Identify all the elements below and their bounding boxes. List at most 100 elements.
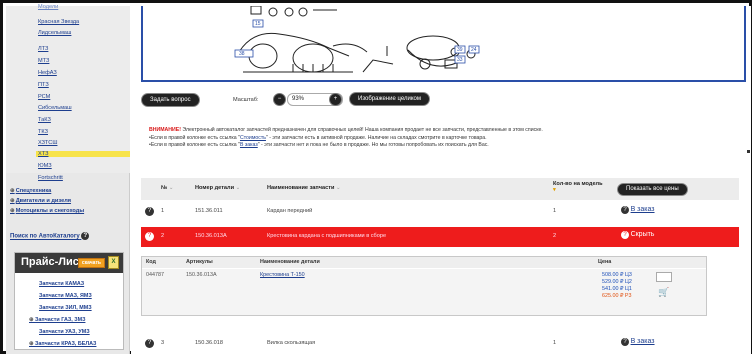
notice-line: •Если в правой колонке есть ссылка "В за… — [149, 142, 741, 150]
price-list-label: Запчасти ЗИЛ, ММЗ — [39, 305, 92, 311]
row-part-number: 150.36.018 — [195, 340, 223, 346]
show-all-prices-button[interactable]: Показать все цены — [617, 183, 688, 196]
notice-main: ВНИМАНИЕ! Электронный автокаталог запчас… — [149, 127, 741, 135]
notice-text: " - эти запчасти нет и пока не было в пр… — [257, 142, 489, 149]
brand-link[interactable]: ПТЗ — [38, 82, 49, 88]
sidebar: Модели Красная Звезда Лидсельмаш ЛТЗ МТЗ… — [6, 4, 130, 354]
col-part-name[interactable]: Наименование запчасти ⌄ — [267, 185, 341, 191]
price-value: 529.00 ₽ Ц2 — [602, 279, 632, 285]
price-list-link[interactable]: ⊕ Запчасти КРАЗ, БЕЛАЗ — [29, 341, 96, 347]
parts-diagram[interactable]: 15 38 39 24 33 — [141, 6, 746, 82]
price-list-label: Запчасти ГАЗ, ЗМЗ — [35, 317, 86, 323]
brand-link[interactable]: ХЗТСШ — [38, 140, 57, 146]
brand-link[interactable]: ЛТЗ — [38, 46, 48, 52]
col-part-number[interactable]: Номер детали ⌄ — [195, 185, 240, 191]
price-list-link[interactable]: Запчасти КАМАЗ — [39, 281, 84, 287]
category-label: Спецтехника — [15, 188, 52, 194]
notice-block: ВНИМАНИЕ! Электронный автокаталог запчас… — [149, 127, 741, 150]
callout-label: 38 — [239, 51, 245, 57]
brand-link[interactable]: Сибсельмаш — [38, 105, 72, 111]
col-num[interactable]: № ⌄ — [161, 185, 174, 191]
brand-link[interactable]: МТЗ — [38, 58, 49, 64]
price-amount: 508.00 ₽ — [602, 272, 624, 278]
price-hint-link[interactable]: Стоимость — [240, 135, 266, 141]
category-label: Двигатели и дизеля — [15, 198, 72, 204]
col-qty[interactable]: Кол-во на модель ▾ — [553, 181, 603, 193]
sort-icon: ⌄ — [168, 185, 174, 191]
info-icon[interactable]: ? — [145, 207, 154, 216]
window-frame: Модели Красная Звезда Лидсельмаш ЛТЗ МТЗ… — [0, 0, 752, 354]
order-action[interactable]: ? В заказ — [621, 338, 655, 346]
info-icon[interactable]: ? — [145, 339, 154, 348]
notice-text: Электронный автокаталог запчастей предна… — [182, 127, 543, 133]
order-hint-link[interactable]: В заказ — [240, 142, 258, 148]
brand-link[interactable]: Fortschritt — [38, 175, 63, 181]
hide-action[interactable]: ? Скрыть — [621, 231, 654, 239]
brand-link[interactable]: Красная Звезда — [38, 19, 79, 25]
price-tier: Ц3 — [624, 272, 632, 278]
category-link[interactable]: ⊕Двигатели и дизеля — [10, 198, 71, 204]
brand-link[interactable]: Лидсельмаш — [38, 30, 71, 36]
callout-label: 15 — [255, 21, 261, 27]
category-label: Мотоциклы и снегоходы — [15, 208, 85, 214]
row-part-name: Вилка скользящая — [267, 340, 316, 346]
ask-question-button[interactable]: Задать вопрос — [141, 93, 200, 107]
download-button[interactable]: скачать — [77, 258, 105, 268]
price-list-link[interactable]: Запчасти МАЗ, ЯМЗ — [39, 293, 92, 299]
row-num: 1 — [161, 208, 165, 214]
hide-link: Скрыть — [630, 231, 655, 238]
catalog-search-link[interactable]: Поиск по АвтоКаталогу ? — [10, 232, 90, 240]
expand-icon: ⊕ — [10, 188, 15, 194]
help-icon: ? — [81, 232, 90, 240]
brand-link[interactable]: Модели — [38, 4, 58, 10]
price-amount: 541.00 ₽ — [602, 286, 624, 292]
zoom-out-button[interactable]: − — [273, 93, 286, 106]
sort-icon: ▾ — [553, 187, 556, 193]
detail-code: 044787 — [146, 272, 164, 278]
brand-link[interactable]: ТаКЗ — [38, 117, 51, 123]
parts-drawing: 15 38 39 24 33 — [234, 6, 480, 73]
order-link: В заказ — [630, 206, 655, 213]
col-label: Наименование запчасти — [267, 185, 335, 191]
brand-link[interactable]: ЮМЗ — [38, 163, 52, 169]
col-label: № — [161, 185, 168, 191]
catalog-search-label: Поиск по АвтоКаталогу — [10, 233, 80, 240]
brand-link-active[interactable]: ХТЗ — [36, 151, 130, 157]
price-list-link[interactable]: Запчасти ЗИЛ, ММЗ — [39, 305, 92, 311]
col-label: Номер детали — [195, 185, 235, 191]
main-content: 15 38 39 24 33 Задать вопрос Масштаб: − … — [131, 6, 751, 354]
table-row-selected: ? 2 150.36.013А Крестовина кардана с под… — [141, 227, 739, 247]
price-list-link[interactable]: Запчасти УАЗ, УМЗ — [39, 329, 90, 335]
row-num: 2 — [161, 233, 165, 239]
row-qty: 1 — [553, 340, 557, 346]
order-action[interactable]: ? В заказ — [621, 206, 655, 214]
col-article: Артикулы — [186, 259, 213, 265]
row-part-number: 150.36.013А — [195, 233, 227, 239]
price-tier: Ц1 — [624, 286, 632, 292]
row-part-number: 151.36.011 — [195, 208, 223, 214]
order-link: В заказ — [630, 338, 655, 345]
detail-article: 150.36.013А — [186, 272, 217, 278]
parts-table-header: № ⌄ Номер детали ⌄ Наименование запчасти… — [141, 178, 739, 200]
add-to-cart-icon[interactable]: 🛒 — [658, 287, 669, 298]
quantity-input[interactable] — [656, 272, 672, 282]
price-list-label: Запчасти МАЗ, ЯМЗ — [39, 293, 92, 299]
brand-link[interactable]: ТКЗ — [38, 129, 48, 135]
category-link[interactable]: ⊕Мотоциклы и снегоходы — [10, 208, 84, 214]
price-list-header: Прайс-Лист скачать X — [15, 253, 123, 273]
col-label: Кол-во на модель — [553, 181, 603, 187]
price-list-link[interactable]: ⊕ Запчасти ГАЗ, ЗМЗ — [29, 317, 85, 323]
full-image-button[interactable]: Изображение целиком — [349, 92, 430, 106]
info-icon[interactable]: ? — [145, 232, 154, 241]
scale-label: Масштаб: — [233, 97, 259, 103]
scroll-marker — [747, 150, 750, 153]
sort-icon: ⌄ — [336, 185, 341, 191]
brand-link[interactable]: РСМ — [38, 94, 50, 100]
zoom-in-button[interactable]: + — [329, 93, 342, 106]
category-link[interactable]: ⊕Спецтехника — [10, 188, 51, 194]
subtable-header: Код Артикулы Наименование детали Цена — [142, 257, 706, 268]
brand-link[interactable]: НефАЗ — [38, 70, 57, 76]
excel-file-icon[interactable]: X — [108, 256, 119, 269]
detail-name-link[interactable]: Крестовина Т-150 — [260, 272, 305, 278]
col-code: Код — [146, 259, 156, 265]
